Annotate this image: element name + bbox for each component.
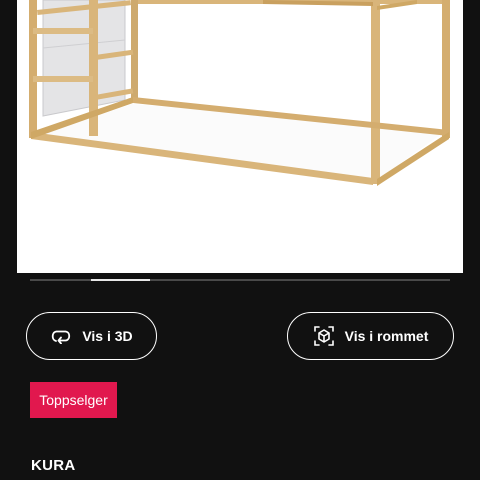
product-name: KURA	[31, 457, 76, 474]
carousel-progress[interactable]	[30, 279, 450, 281]
bed-frame-illustration	[29, 0, 450, 186]
view-3d-button[interactable]: Vis i 3D	[26, 312, 157, 360]
carousel-progress-indicator	[91, 279, 150, 281]
view-in-room-button[interactable]: Vis i rommet	[287, 312, 454, 360]
view-3d-label: Vis i 3D	[82, 328, 133, 344]
product-image[interactable]	[17, 0, 463, 273]
bestseller-badge: Toppselger	[30, 382, 117, 418]
view-in-room-label: Vis i rommet	[344, 328, 429, 344]
rotate-3d-icon	[50, 328, 72, 344]
ar-cube-icon	[313, 325, 335, 347]
